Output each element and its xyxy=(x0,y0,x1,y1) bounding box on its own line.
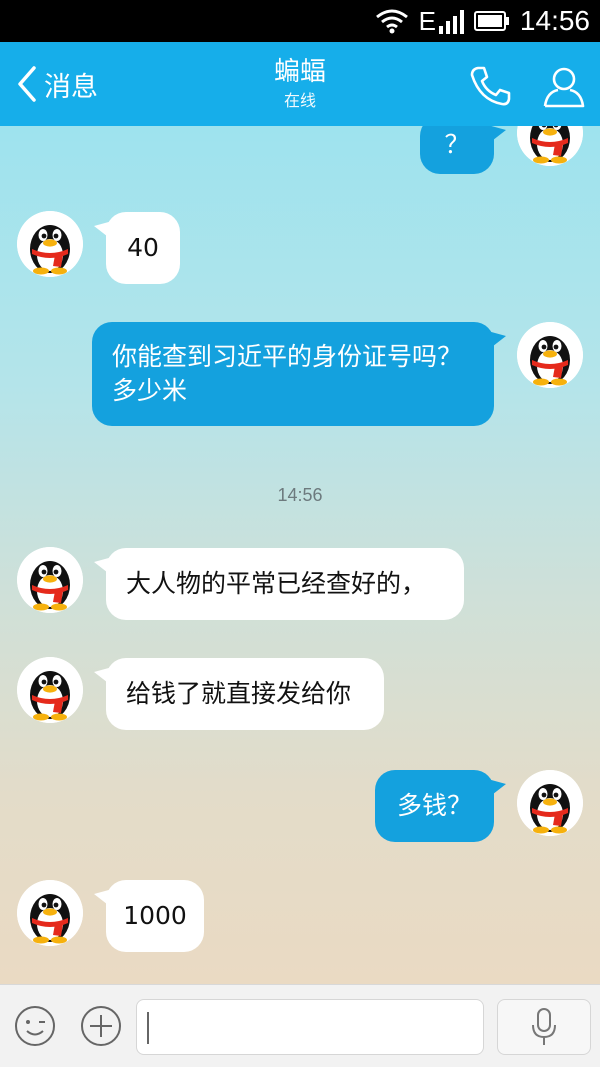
bubble-tail xyxy=(94,556,116,576)
message-bubble-outgoing[interactable]: ？ xyxy=(420,126,506,174)
status-time: 14:56 xyxy=(519,5,590,36)
message-input[interactable] xyxy=(136,999,484,1055)
back-button[interactable]: 消息 xyxy=(14,60,98,108)
message-bubble-incoming[interactable]: 40 xyxy=(94,212,180,284)
bubble-tail xyxy=(94,220,116,240)
plus-icon[interactable] xyxy=(80,1005,122,1047)
qq-penguin-icon xyxy=(517,322,583,388)
avatar[interactable] xyxy=(17,211,83,277)
message-text: 给钱了就直接发给你 xyxy=(126,679,352,708)
battery-icon xyxy=(473,11,509,31)
status-bar: E 14:56 xyxy=(0,0,600,42)
chat-header: 消息 蝙蝠 在线 xyxy=(0,42,600,126)
qq-penguin-icon xyxy=(17,547,83,613)
status-icons: E 14:56 xyxy=(375,0,590,42)
bubble-tail xyxy=(484,330,506,350)
qq-penguin-icon xyxy=(17,880,83,946)
avatar[interactable] xyxy=(517,322,583,388)
avatar[interactable] xyxy=(17,880,83,946)
qq-penguin-icon xyxy=(517,126,583,166)
avatar[interactable] xyxy=(17,547,83,613)
message-text: 1000 xyxy=(123,901,187,930)
message-text: 40 xyxy=(127,233,159,262)
bubble-tail xyxy=(94,666,116,686)
qq-penguin-icon xyxy=(17,657,83,723)
network-type: E xyxy=(418,6,436,36)
qq-penguin-icon xyxy=(517,770,583,836)
message-text: 多钱？ xyxy=(397,791,473,820)
avatar[interactable] xyxy=(517,126,583,166)
message-bubble-outgoing[interactable]: 你能查到习近平的身份证号吗？ 多少米 xyxy=(92,322,506,426)
bubble-tail xyxy=(94,888,116,908)
message-list[interactable]: ？ 40 你能查到习近平的身份证号吗？ 多少米 14:56 大人物的平常已经查好… xyxy=(0,126,600,984)
input-bar xyxy=(0,984,600,1067)
microphone-icon xyxy=(532,1008,556,1045)
bubble-tail xyxy=(484,126,506,144)
message-text: 你能查到习近平的身份证号吗？ 多少米 xyxy=(112,342,463,405)
voice-button[interactable] xyxy=(497,999,591,1055)
contact-name: 蝙蝠 xyxy=(273,57,326,87)
chevron-left-icon xyxy=(18,66,36,102)
message-text: ？ xyxy=(444,130,470,159)
wifi-icon xyxy=(375,9,408,34)
message-bubble-incoming[interactable]: 大人物的平常已经查好的， xyxy=(94,548,464,620)
message-bubble-incoming[interactable]: 1000 xyxy=(94,880,204,952)
user-icon[interactable] xyxy=(540,62,588,110)
avatar[interactable] xyxy=(17,657,83,723)
contact-status: 在线 xyxy=(283,91,316,110)
text-caret xyxy=(147,1012,149,1044)
back-label: 消息 xyxy=(44,71,98,103)
contact-title[interactable]: 蝙蝠 在线 xyxy=(200,54,400,112)
phone-icon[interactable] xyxy=(466,62,514,110)
smiley-icon[interactable] xyxy=(14,1005,56,1047)
avatar[interactable] xyxy=(517,770,583,836)
message-timestamp: 14:56 xyxy=(277,485,323,505)
qq-penguin-icon xyxy=(17,211,83,277)
signal-icon: E xyxy=(419,8,464,34)
bubble-tail xyxy=(484,778,506,798)
message-text: 大人物的平常已经查好的， xyxy=(126,569,427,598)
message-bubble-incoming[interactable]: 给钱了就直接发给你 xyxy=(94,658,384,730)
message-bubble-outgoing[interactable]: 多钱？ xyxy=(375,770,506,842)
